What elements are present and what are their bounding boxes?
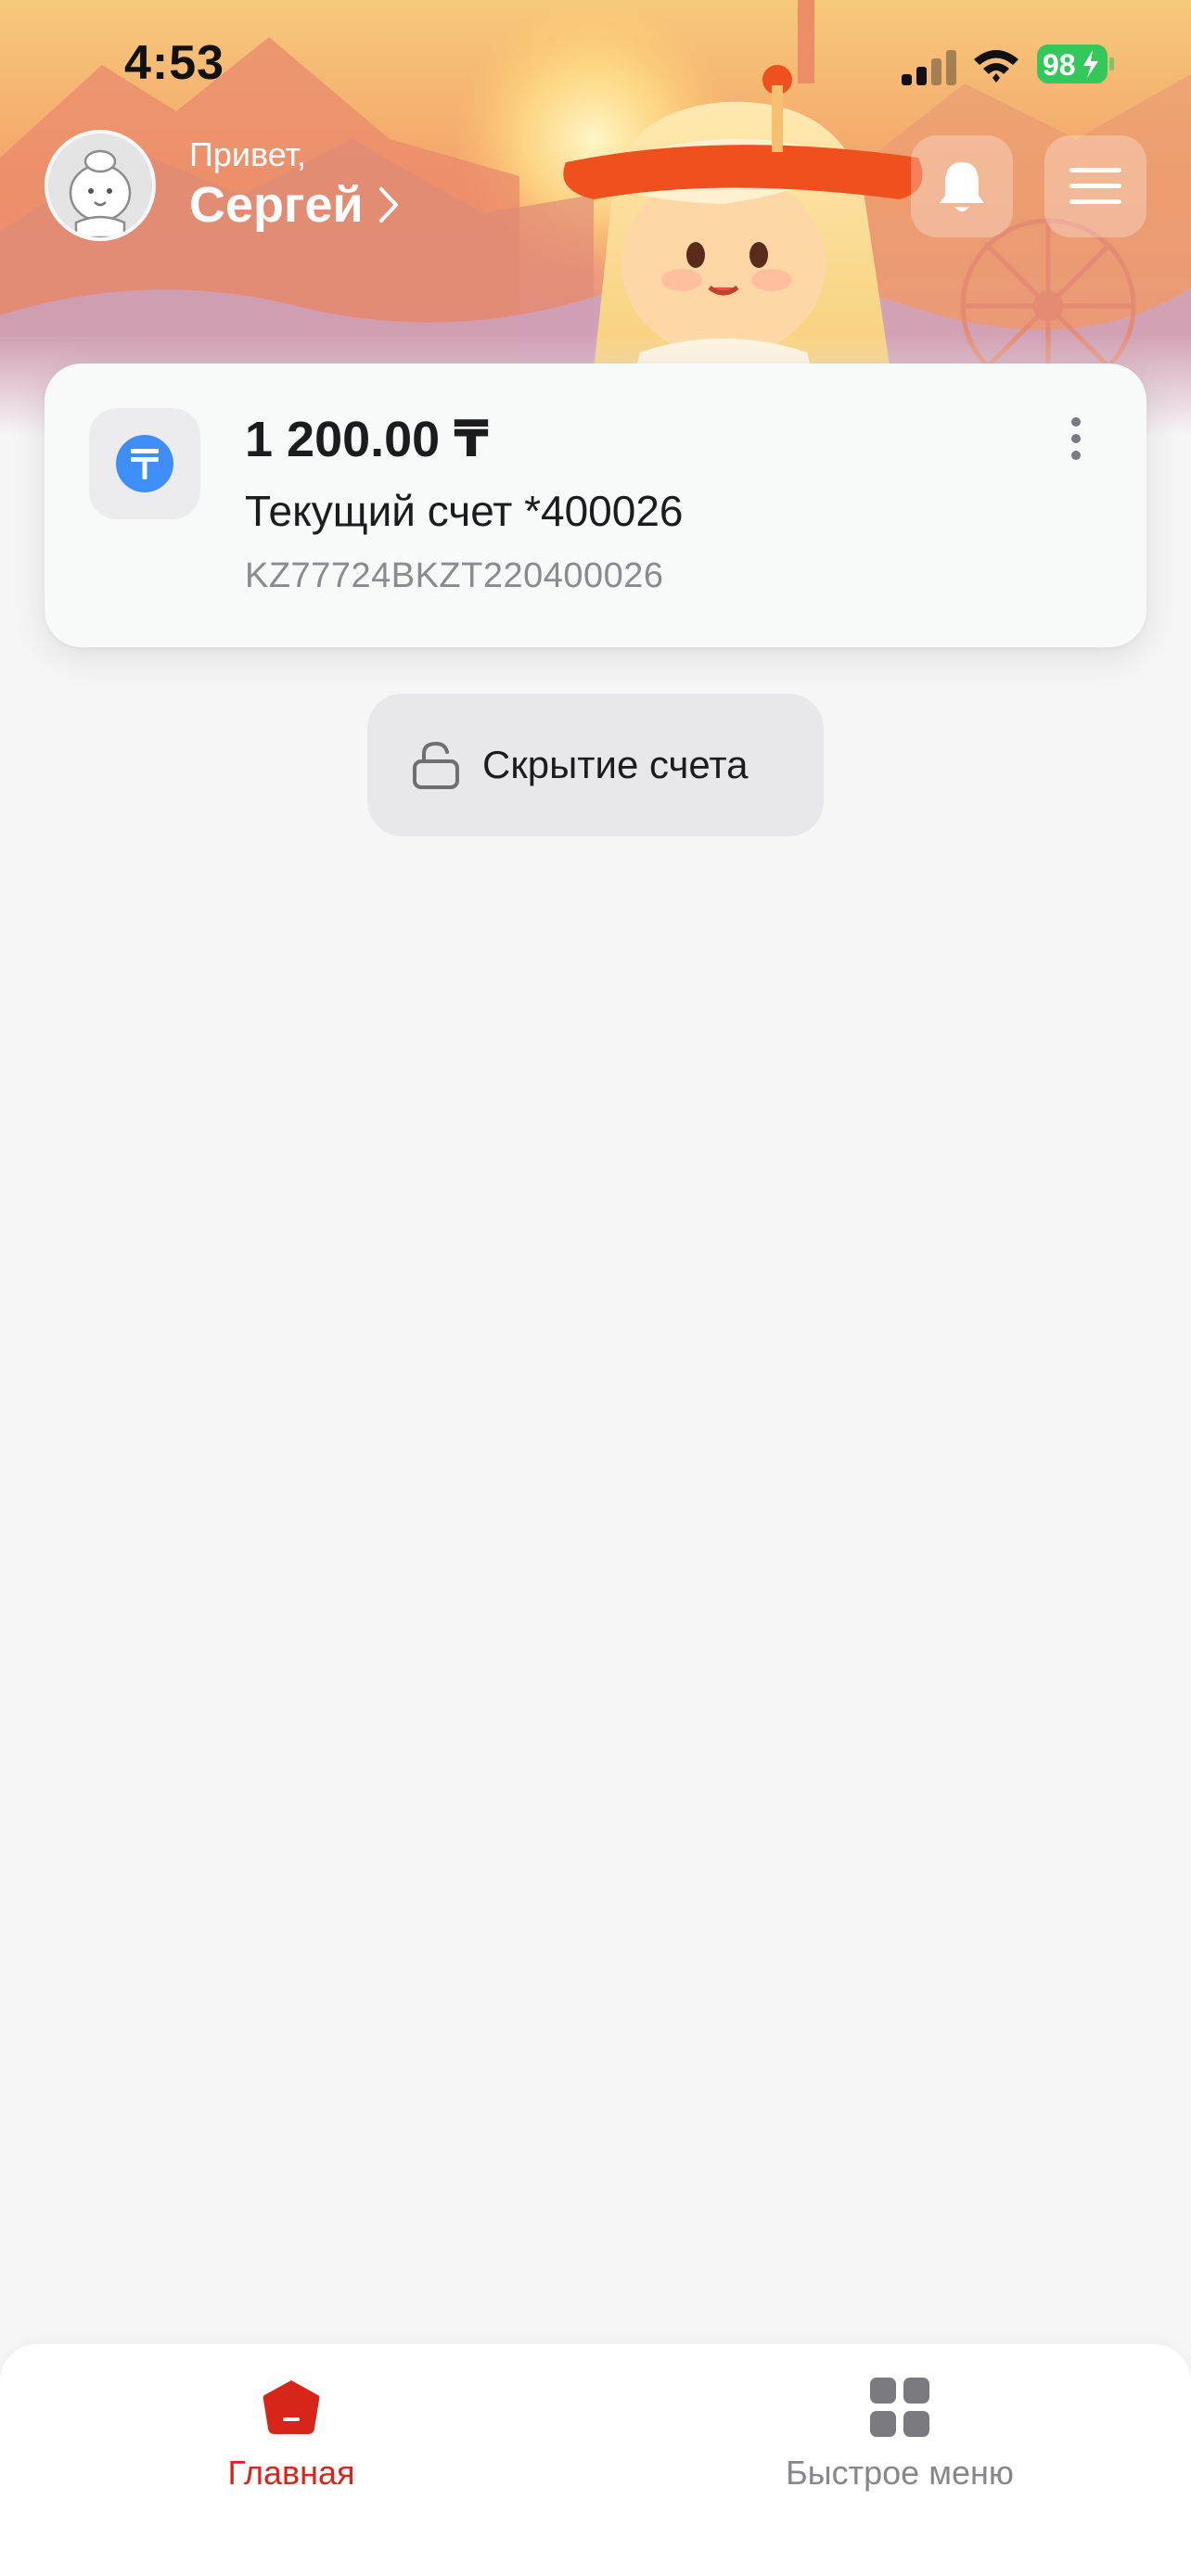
grid-icon [870,2378,929,2437]
tab-quick-menu[interactable]: Быстрое меню [724,2344,1076,2520]
account-options-button[interactable] [1050,406,1102,471]
cellular-signal-icon [902,50,956,85]
tab-home-label: Главная [227,2454,355,2492]
status-bar: 4:53 98 [0,0,1191,130]
tab-home[interactable]: Главная [180,2344,403,2520]
user-name-link[interactable]: Сергей [189,176,399,234]
greeting-label: Привет, [189,135,307,173]
account-name: Текущий счет *400026 [245,487,684,535]
chevron-right-icon [378,187,398,223]
unlock-icon [413,741,459,789]
tenge-icon [116,435,173,492]
account-card[interactable]: 1 200.00 ₸ Текущий счет *400026 KZ77724B… [45,363,1146,647]
hide-accounts-label: Скрытие счета [482,743,749,786]
more-vertical-icon [1071,417,1081,427]
battery-level: 98 [1043,48,1076,82]
wifi-icon [974,50,1018,83]
avatar[interactable] [45,130,156,241]
bell-icon [940,162,984,211]
main-menu-button[interactable] [1044,135,1146,237]
tab-bar: Главная Быстрое меню [0,2344,1191,2576]
account-balance: 1 200.00 ₸ [245,412,489,467]
tab-quick-menu-label: Быстрое меню [786,2454,1014,2492]
account-iban: KZ77724BKZT220400026 [245,556,664,595]
status-time: 4:53 [124,36,225,90]
hamburger-menu-icon [1069,168,1121,204]
notifications-button[interactable] [911,135,1013,237]
home-screen: 4:53 98 Привет, Сергей 1 200.00 ₸ Текущи… [0,0,1191,2576]
more-dot [1071,451,1081,460]
user-name: Сергей [189,177,364,233]
currency-badge [89,408,200,519]
home-icon [263,2380,320,2434]
more-dot [1071,434,1081,443]
hide-accounts-button[interactable]: Скрытие счета [367,694,824,836]
